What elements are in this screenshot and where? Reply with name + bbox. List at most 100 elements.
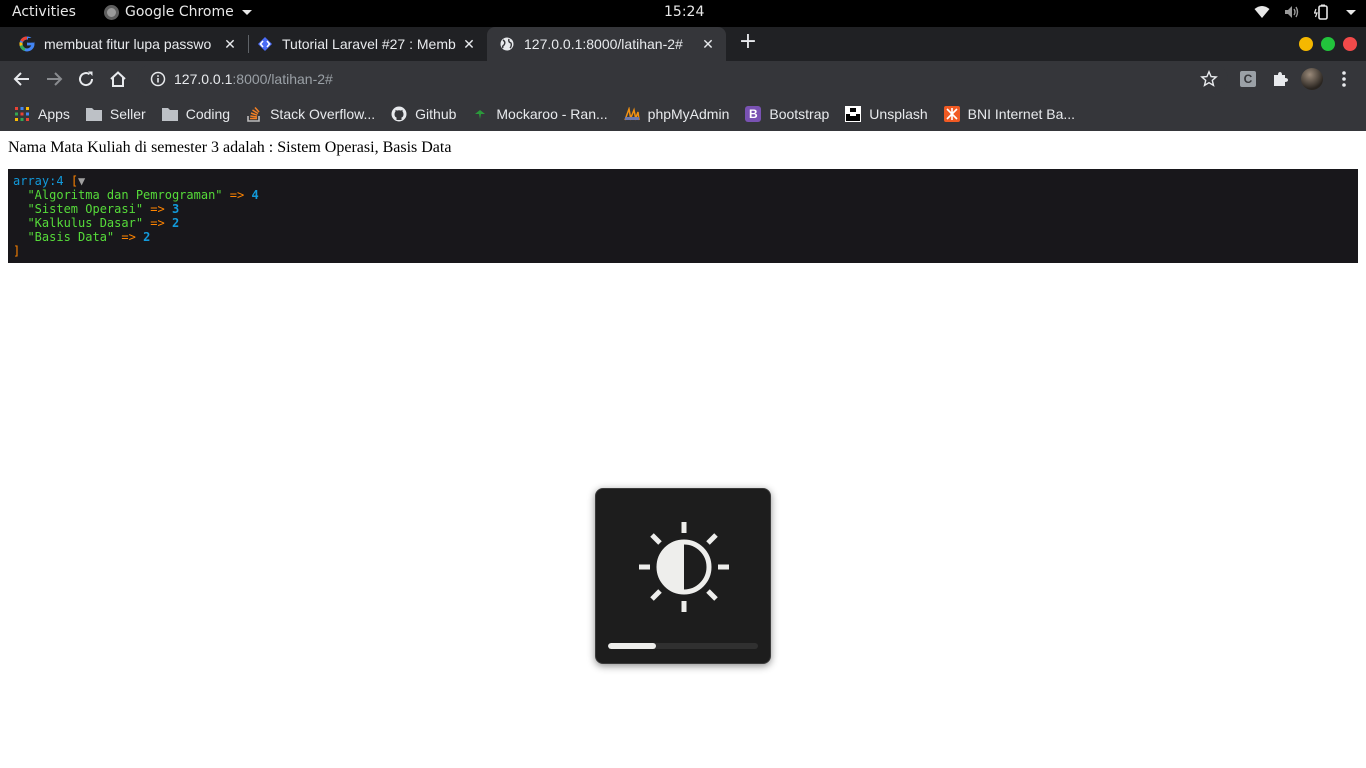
github-icon (391, 106, 407, 122)
gnome-top-bar: Activities Google Chrome 15:24 (0, 0, 1366, 27)
arrow-left-icon (13, 72, 29, 86)
kebab-menu-icon (1342, 71, 1346, 87)
diamond-code-icon (257, 36, 273, 52)
maximize-button[interactable] (1321, 37, 1335, 51)
bookmark-label: phpMyAdmin (647, 106, 730, 122)
system-menu-caret-icon (1346, 9, 1356, 15)
stackoverflow-icon (246, 106, 262, 122)
bookmark-phpmyadmin[interactable]: phpMyAdmin (623, 106, 730, 122)
app-menu-label: Google Chrome (125, 4, 234, 20)
tab-membuat-fitur[interactable]: membuat fitur lupa passwo ✕ (0, 27, 248, 61)
arrow-right-icon (47, 72, 63, 86)
dump-entry: "Algoritma dan Pemrograman" => 4 (13, 188, 1353, 202)
bookmark-label: BNI Internet Ba... (967, 106, 1076, 122)
bookmark-coding[interactable]: Coding (161, 106, 231, 122)
bookmark-label: Mockaroo - Ran... (496, 106, 608, 122)
bookmark-bootstrap[interactable]: B Bootstrap (745, 106, 829, 122)
dump-arrow: => (150, 202, 165, 216)
new-tab-button[interactable]: + (737, 31, 759, 54)
menu-button[interactable] (1332, 67, 1356, 91)
dump-value: 4 (251, 188, 259, 202)
wifi-icon (1254, 6, 1270, 18)
activities-button[interactable]: Activities (12, 4, 76, 20)
reload-icon (79, 71, 94, 87)
dump-arrow: => (121, 230, 136, 244)
close-icon[interactable]: ✕ (700, 36, 716, 52)
battery-icon (1314, 4, 1328, 20)
google-icon (19, 36, 35, 52)
globe-icon (499, 36, 515, 52)
var-dump: array:4 [▼ "Algoritma dan Pemrograman" =… (8, 169, 1358, 263)
avatar (1301, 68, 1323, 90)
tab-tutorial-laravel[interactable]: Tutorial Laravel #27 : Memb ✕ (238, 27, 487, 61)
close-icon[interactable]: ✕ (222, 36, 238, 52)
dump-arrow: => (229, 188, 245, 202)
brightness-icon (639, 522, 729, 612)
url-text: 127.0.0.1:8000/latihan-2# (174, 71, 333, 87)
bookmark-seller[interactable]: Seller (85, 106, 146, 122)
back-button[interactable] (10, 67, 34, 91)
close-icon[interactable]: ✕ (461, 36, 477, 52)
system-tray[interactable] (1254, 4, 1356, 20)
phpmyadmin-icon (623, 106, 640, 122)
bni-icon (943, 106, 960, 122)
dump-close-bracket: ] (13, 244, 21, 258)
page-content: Nama Mata Kuliah di semester 3 adalah : … (0, 131, 1366, 768)
dump-header: array:4 [▼ (13, 174, 1353, 188)
bookmark-label: Bootstrap (769, 106, 830, 122)
minimize-button[interactable] (1299, 37, 1313, 51)
dump-key: "Sistem Operasi" (27, 202, 144, 216)
chrome-app-icon (104, 4, 119, 20)
bookmark-apps[interactable]: Apps (14, 106, 70, 122)
bootstrap-icon: B (745, 106, 762, 122)
bookmark-unsplash[interactable]: Unsplash (845, 106, 928, 122)
bookmark-label: Stack Overflow... (270, 106, 376, 122)
bookmark-label: Github (415, 106, 457, 122)
unsplash-icon (845, 106, 862, 122)
semester-courses-text: Nama Mata Kuliah di semester 3 adalah : … (8, 139, 452, 156)
folder-icon (85, 106, 102, 122)
folder-icon (161, 106, 178, 122)
app-menu[interactable]: Google Chrome (104, 4, 252, 20)
forward-button[interactable] (42, 67, 66, 91)
dump-footer: ] (13, 244, 1353, 258)
browser-toolbar: 127.0.0.1:8000/latihan-2# C (0, 61, 1366, 97)
extension-c-button[interactable]: C (1236, 67, 1260, 91)
bookmark-mockaroo[interactable]: Mockaroo - Ran... (472, 106, 608, 122)
collapse-toggle-icon[interactable]: ▼ (78, 174, 85, 188)
extension-c-label: C (1240, 71, 1256, 87)
info-icon[interactable] (150, 71, 166, 87)
bookmark-bni[interactable]: BNI Internet Ba... (943, 106, 1076, 122)
brightness-level-fill (608, 643, 656, 649)
tab-latihan-active[interactable]: 127.0.0.1:8000/latihan-2# ✕ (487, 27, 726, 61)
dump-value: 2 (143, 230, 151, 244)
dump-entry: "Sistem Operasi" => 3 (13, 202, 1353, 216)
bookmark-star-icon[interactable] (1200, 70, 1218, 88)
bookmark-github[interactable]: Github (391, 106, 456, 122)
puzzle-icon (1274, 72, 1288, 86)
volume-icon (1285, 6, 1299, 18)
tab-title: Tutorial Laravel #27 : Memb (282, 36, 456, 52)
dump-value: 2 (171, 216, 180, 230)
bookmark-label: Seller (109, 106, 146, 122)
tab-title: 127.0.0.1:8000/latihan-2# (524, 36, 683, 52)
address-bar[interactable]: 127.0.0.1:8000/latihan-2# (138, 63, 1228, 95)
dump-entry: "Basis Data" => 2 (13, 230, 1353, 244)
home-button[interactable] (106, 67, 130, 91)
mockaroo-icon (472, 106, 488, 122)
dump-value: 3 (171, 202, 180, 216)
dump-open-bracket: [ (70, 174, 79, 188)
dump-arrow: => (150, 216, 165, 230)
url-path: :8000/latihan-2# (232, 71, 333, 87)
dump-key: "Basis Data" (27, 230, 115, 244)
bookmark-stack-overflow[interactable]: Stack Overflow... (246, 106, 375, 122)
clock[interactable]: 15:24 (664, 4, 704, 20)
close-window-button[interactable] (1343, 37, 1357, 51)
dump-key: "Kalkulus Dasar" (27, 216, 144, 230)
reload-button[interactable] (74, 67, 98, 91)
extensions-button[interactable] (1268, 67, 1292, 91)
profile-button[interactable] (1300, 67, 1324, 91)
brightness-osd (595, 488, 771, 664)
bookmark-label: Coding (185, 106, 231, 122)
dump-type: array:4 (13, 174, 64, 188)
